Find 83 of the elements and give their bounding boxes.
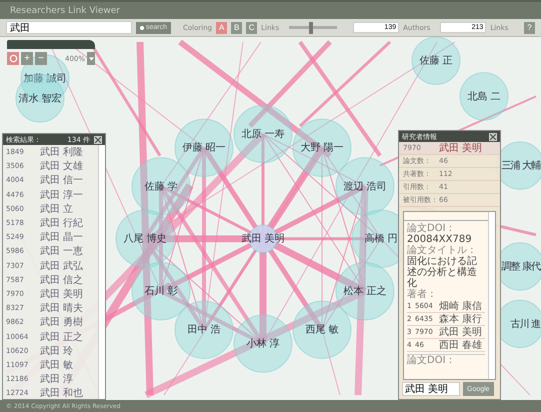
node-label: 佐藤 正 bbox=[419, 56, 453, 67]
detail-value: 20084XX789 bbox=[407, 234, 473, 245]
researcher-name: 武田 正之 bbox=[40, 330, 84, 344]
researcher-name: 武田 武弘 bbox=[40, 260, 84, 273]
name-search-field[interactable]: 武田 美明 bbox=[402, 382, 460, 396]
close-button[interactable] bbox=[489, 132, 497, 140]
close-icon bbox=[490, 134, 496, 140]
zoom-in-button[interactable]: + bbox=[21, 52, 33, 65]
node-label: 古川 進 bbox=[510, 318, 540, 330]
node-label: 渡辺 浩司 bbox=[343, 181, 387, 192]
researcher-name: 武田 行紀 bbox=[40, 216, 84, 230]
target-icon bbox=[8, 54, 18, 63]
node-label: 高橋 円 bbox=[364, 234, 398, 245]
node-bubble[interactable] bbox=[16, 74, 64, 123]
researcher-name: 武田 一恵 bbox=[40, 244, 84, 258]
node-label: 八尾 博史 bbox=[123, 234, 167, 245]
author-name: 森本 康行 bbox=[439, 312, 482, 326]
node-bubble[interactable] bbox=[234, 314, 292, 373]
window-title: Researchers Link Viewer bbox=[10, 6, 120, 16]
help-button[interactable]: ? bbox=[524, 22, 535, 34]
color-mode-button[interactable]: B bbox=[231, 22, 242, 34]
node-label: 石川 彰 bbox=[144, 286, 178, 298]
researcher-name: 武田 美明 bbox=[40, 288, 84, 301]
node-bubble[interactable] bbox=[292, 118, 352, 177]
detail-label: 論文タイトル : bbox=[407, 245, 474, 256]
scrollbar[interactable] bbox=[98, 145, 105, 399]
node-label: 加藤 誠司 bbox=[23, 74, 67, 84]
node-label: 北原 一寿 bbox=[241, 128, 285, 140]
node-label: 伊藤 昭一 bbox=[182, 142, 226, 154]
scrollbar[interactable] bbox=[488, 212, 495, 379]
node-bubble[interactable] bbox=[132, 262, 190, 320]
color-mode-button[interactable]: A bbox=[216, 22, 228, 34]
detail-label: 論文DOI : bbox=[407, 223, 454, 234]
author-name: 畑崎 康信 bbox=[439, 300, 482, 313]
researcher-name: 武田 敏 bbox=[40, 358, 74, 372]
researcher-name: 武田 勇樹 bbox=[40, 316, 84, 330]
node-label: 松本 正之 bbox=[343, 286, 387, 298]
zoom-out-button[interactable]: − bbox=[35, 52, 47, 65]
researcher-name: 武田 美明 bbox=[439, 142, 482, 155]
researcher-name: 武田 和也 bbox=[40, 386, 84, 400]
node-label: 田中 浩 bbox=[187, 324, 221, 336]
author-name: 武田 美明 bbox=[439, 326, 482, 339]
researcher-name: 武田 晴夫 bbox=[40, 302, 84, 316]
researcher-name: 武田 晶一 bbox=[40, 230, 84, 244]
node-label: 西尾 敏 bbox=[305, 324, 339, 336]
reset-button[interactable] bbox=[7, 52, 19, 65]
node-bubble[interactable] bbox=[174, 300, 234, 359]
detail-label: 論文DOI : bbox=[407, 354, 485, 366]
close-icon bbox=[95, 136, 101, 142]
node-bubble[interactable] bbox=[412, 37, 460, 85]
node-bubble[interactable] bbox=[460, 72, 508, 121]
detail-label: 著者 : bbox=[407, 289, 435, 300]
node-bubble[interactable] bbox=[234, 104, 292, 164]
node-label: 清水 智宏 bbox=[18, 93, 62, 104]
close-button[interactable] bbox=[94, 136, 102, 144]
author-name: 西田 春雄 bbox=[439, 339, 482, 352]
researcher-name: 武田 信一 bbox=[40, 174, 84, 188]
node-label: 北島 二 bbox=[467, 91, 501, 102]
node-bubble[interactable] bbox=[336, 262, 394, 320]
search-field[interactable]: 武田 bbox=[6, 21, 132, 34]
color-mode-button[interactable]: C bbox=[246, 22, 258, 34]
node-bubble[interactable] bbox=[292, 300, 352, 359]
researcher-name: 武田 利隆 bbox=[40, 146, 84, 160]
node-label: 小林 淳 bbox=[246, 338, 280, 350]
researcher-name: 武田 信之 bbox=[40, 274, 84, 287]
caret-icon bbox=[88, 56, 94, 60]
researcher-name: 武田 玲 bbox=[40, 344, 74, 358]
node-bubble[interactable] bbox=[116, 210, 174, 268]
detail-value: 固化における記述の分析と構造化 bbox=[407, 256, 478, 289]
zoom-dropdown-button[interactable] bbox=[87, 52, 95, 65]
node-bubble[interactable] bbox=[132, 157, 190, 216]
researcher-name: 武田 淳一 bbox=[40, 188, 84, 202]
slider-thumb[interactable] bbox=[308, 22, 313, 34]
researcher-name: 武田 文雄 bbox=[40, 160, 84, 174]
node-label: 武田 美明 bbox=[241, 234, 285, 245]
node-label: 三浦 大輔 bbox=[502, 160, 540, 172]
node-bubble[interactable] bbox=[174, 118, 234, 177]
node-label: 大野 陽一 bbox=[300, 142, 344, 154]
node-label: 佐藤 学 bbox=[144, 181, 178, 192]
researcher-name: 武田 立 bbox=[40, 202, 74, 216]
researcher-name: 武田 淳 bbox=[40, 372, 74, 386]
node-label: 調整 康代 bbox=[502, 261, 540, 272]
node-bubble[interactable] bbox=[336, 157, 394, 216]
